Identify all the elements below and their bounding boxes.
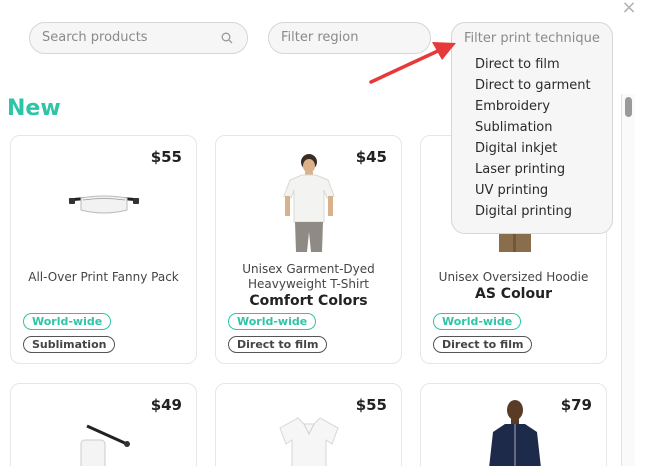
region-badge: World-wide xyxy=(228,313,317,330)
technique-badge: Direct to film xyxy=(433,336,533,353)
polo-shirt-image xyxy=(279,417,339,466)
crossbody-bag-image xyxy=(80,424,130,466)
product-card[interactable]: $49 xyxy=(10,383,197,466)
option-direct-to-garment[interactable]: Direct to garment xyxy=(475,75,591,96)
tshirt-model-image xyxy=(283,154,335,252)
print-technique-filter[interactable]: Filter print technique Direct to film Di… xyxy=(451,22,613,234)
product-name: Unisex Oversized Hoodie xyxy=(438,270,589,284)
close-icon[interactable]: × xyxy=(620,0,638,18)
option-embroidery[interactable]: Embroidery xyxy=(475,96,591,117)
search-icon xyxy=(221,32,233,44)
technique-badge: Direct to film xyxy=(228,336,328,353)
search-placeholder: Search products xyxy=(42,30,148,45)
product-brand: AS Colour xyxy=(475,286,552,302)
option-direct-to-film[interactable]: Direct to film xyxy=(475,54,591,75)
technique-badge: Sublimation xyxy=(23,336,116,353)
product-price: $49 xyxy=(150,396,182,414)
print-technique-options: Direct to film Direct to garment Embroid… xyxy=(475,54,591,222)
region-filter-placeholder: Filter region xyxy=(281,30,359,45)
region-badge: World-wide xyxy=(433,313,522,330)
scrollbar[interactable] xyxy=(621,94,635,466)
scrollbar-thumb[interactable] xyxy=(625,97,632,117)
product-price: $55 xyxy=(150,148,182,166)
product-card[interactable]: $45 Unisex Garment-Dyed Heavyweight T-Sh… xyxy=(215,135,402,364)
product-brand: Comfort Colors xyxy=(249,293,368,309)
print-technique-placeholder: Filter print technique xyxy=(464,31,600,46)
region-badge: World-wide xyxy=(23,313,112,330)
product-price: $45 xyxy=(355,148,387,166)
option-uv-printing[interactable]: UV printing xyxy=(475,180,591,201)
option-sublimation[interactable]: Sublimation xyxy=(475,117,591,138)
product-name: Unisex Garment-Dyed Heavyweight T-Shirt xyxy=(242,262,375,291)
product-card[interactable]: $79 xyxy=(420,383,607,466)
product-name: All-Over Print Fanny Pack xyxy=(28,270,179,284)
product-price: $55 xyxy=(355,396,387,414)
product-card[interactable]: $55 All-Over Print Fanny Pack World-wide… xyxy=(10,135,197,364)
product-card[interactable]: $55 xyxy=(215,383,402,466)
annotation-arrow-icon xyxy=(369,42,456,84)
fanny-pack-image xyxy=(68,195,140,214)
section-title: New xyxy=(7,96,61,121)
search-input[interactable]: Search products xyxy=(29,22,248,54)
option-digital-inkjet[interactable]: Digital inkjet xyxy=(475,138,591,159)
option-digital-printing[interactable]: Digital printing xyxy=(475,201,591,222)
product-price: $79 xyxy=(560,396,592,414)
jacket-model-image xyxy=(489,400,541,466)
option-laser-printing[interactable]: Laser printing xyxy=(475,159,591,180)
